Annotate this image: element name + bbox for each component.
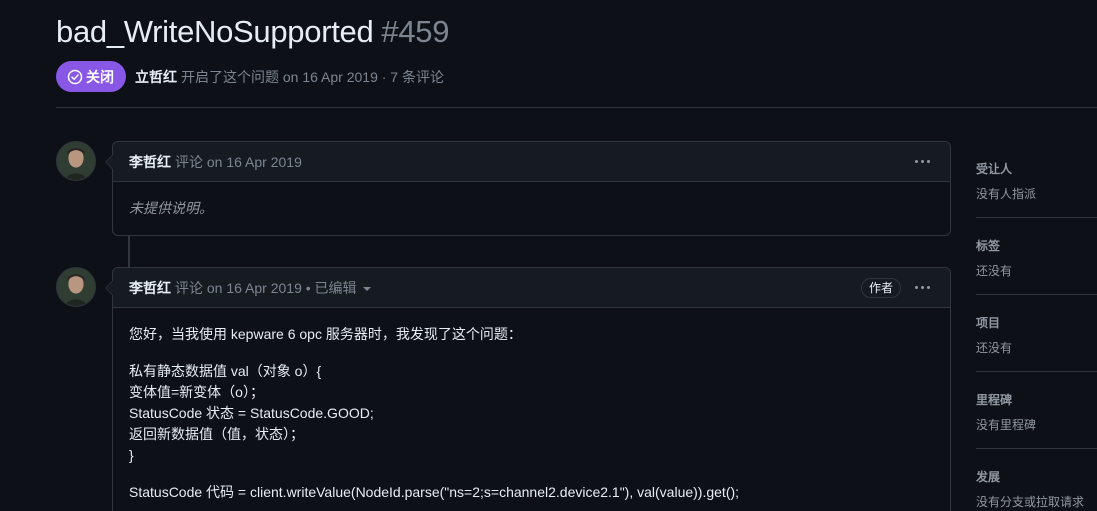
avatar[interactable] [56, 267, 96, 307]
sidebar-heading: 发展 [976, 470, 1001, 484]
body-line: 返回新数据值（值，状态）； [129, 426, 304, 442]
comment-meta[interactable]: 评论 on 16 Apr 2019 [175, 152, 302, 172]
comment-author-link[interactable]: 李哲红 [129, 278, 171, 298]
issue-author-link[interactable]: 立哲红 [135, 69, 177, 85]
issue-number: #459 [381, 14, 450, 49]
issue-meta: 关闭 立哲红 开启了这个问题 on 16 Apr 2019 · 7 条评论 [56, 61, 444, 92]
body-line: StatusCode 代码 = client.writeValue(NodeId… [129, 484, 740, 500]
sidebar-value: 没有里程碑 [976, 418, 1037, 432]
chevron-down-icon [362, 287, 371, 291]
sidebar-value: 没有人指派 [976, 187, 1037, 201]
issue-opened-info: 立哲红 开启了这个问题 on 16 Apr 2019 · 7 条评论 [135, 67, 444, 87]
comment-options-icon[interactable] [911, 282, 934, 293]
closed-state-badge: 关闭 [56, 61, 126, 92]
body-line: StatusCode 状态 = StatusCode.GOOD; [129, 405, 374, 421]
sidebar-heading: 受让人 [976, 162, 1013, 176]
body-paragraph: 您好，当我使用 kepware 6 opc 服务器时，我发现了这个问题： [129, 326, 522, 342]
sidebar-heading: 标签 [976, 239, 1001, 253]
author-badge: 作者 [860, 277, 901, 298]
comment-body: 您好，当我使用 kepware 6 opc 服务器时，我发现了这个问题： 私有静… [113, 308, 950, 511]
issue-page: bad_WriteNoSupported #459 关闭 立哲红 开启了这个问题 o… [0, 0, 1097, 511]
body-line: } [129, 447, 134, 463]
sidebar-value: 没有分支或拉取请求 [976, 495, 1085, 509]
sidebar-assignees[interactable]: 受让人 没有人指派 [976, 141, 1097, 218]
comment-meta: 评论 on 16 Apr 2019 • 已编辑 [175, 279, 357, 296]
check-circle-icon [67, 69, 83, 84]
sidebar-labels[interactable]: 标签 还没有 [976, 218, 1097, 295]
timeline-connector [128, 235, 130, 269]
body-line: 变体值=新变体（o）； [129, 384, 264, 400]
avatar[interactable] [56, 141, 96, 181]
issue-sidebar: 受让人 没有人指派 标签 还没有 项目 还没有 里程碑 没有里程碑 发展 没有分… [976, 141, 1097, 511]
code-block: 私有静态数据值 val（对象 o）{ 变体值=新变体（o）； StatusCod… [129, 361, 934, 466]
issue-opened-text: 开启了这个问题 on 16 Apr 2019 · 7 条评论 [181, 68, 444, 85]
sidebar-projects[interactable]: 项目 还没有 [976, 295, 1097, 372]
sidebar-heading: 里程碑 [976, 393, 1013, 407]
sidebar-development[interactable]: 发展 没有分支或拉取请求 [976, 449, 1097, 511]
issue-title: bad_WriteNoSupported #459 [56, 14, 449, 50]
comment: 李哲红 评论 on 16 Apr 2019 未提供说明。 [105, 141, 951, 236]
sidebar-milestone[interactable]: 里程碑 没有里程碑 [976, 372, 1097, 449]
sidebar-value: 还没有 [976, 264, 1013, 278]
sidebar-value: 还没有 [976, 341, 1013, 355]
comment: 李哲红 评论 on 16 Apr 2019 • 已编辑 作者 您好，当我使用 k… [105, 267, 951, 511]
comment-body: 未提供说明。 [113, 182, 950, 235]
comment-header: 李哲红 评论 on 16 Apr 2019 [113, 142, 950, 182]
issue-title-text: bad_WriteNoSupported [56, 14, 374, 49]
no-description-text: 未提供说明。 [129, 200, 213, 216]
body-line: 私有静态数据值 val（对象 o）{ [129, 363, 322, 379]
comment-author-link[interactable]: 李哲红 [129, 152, 171, 172]
comment-options-icon[interactable] [911, 156, 934, 167]
comment-meta-edited[interactable]: 评论 on 16 Apr 2019 • 已编辑 [175, 278, 371, 298]
header-divider [56, 107, 1097, 108]
state-label: 关闭 [86, 68, 114, 85]
sidebar-heading: 项目 [976, 316, 1001, 330]
comment-header: 李哲红 评论 on 16 Apr 2019 • 已编辑 作者 [113, 268, 950, 308]
